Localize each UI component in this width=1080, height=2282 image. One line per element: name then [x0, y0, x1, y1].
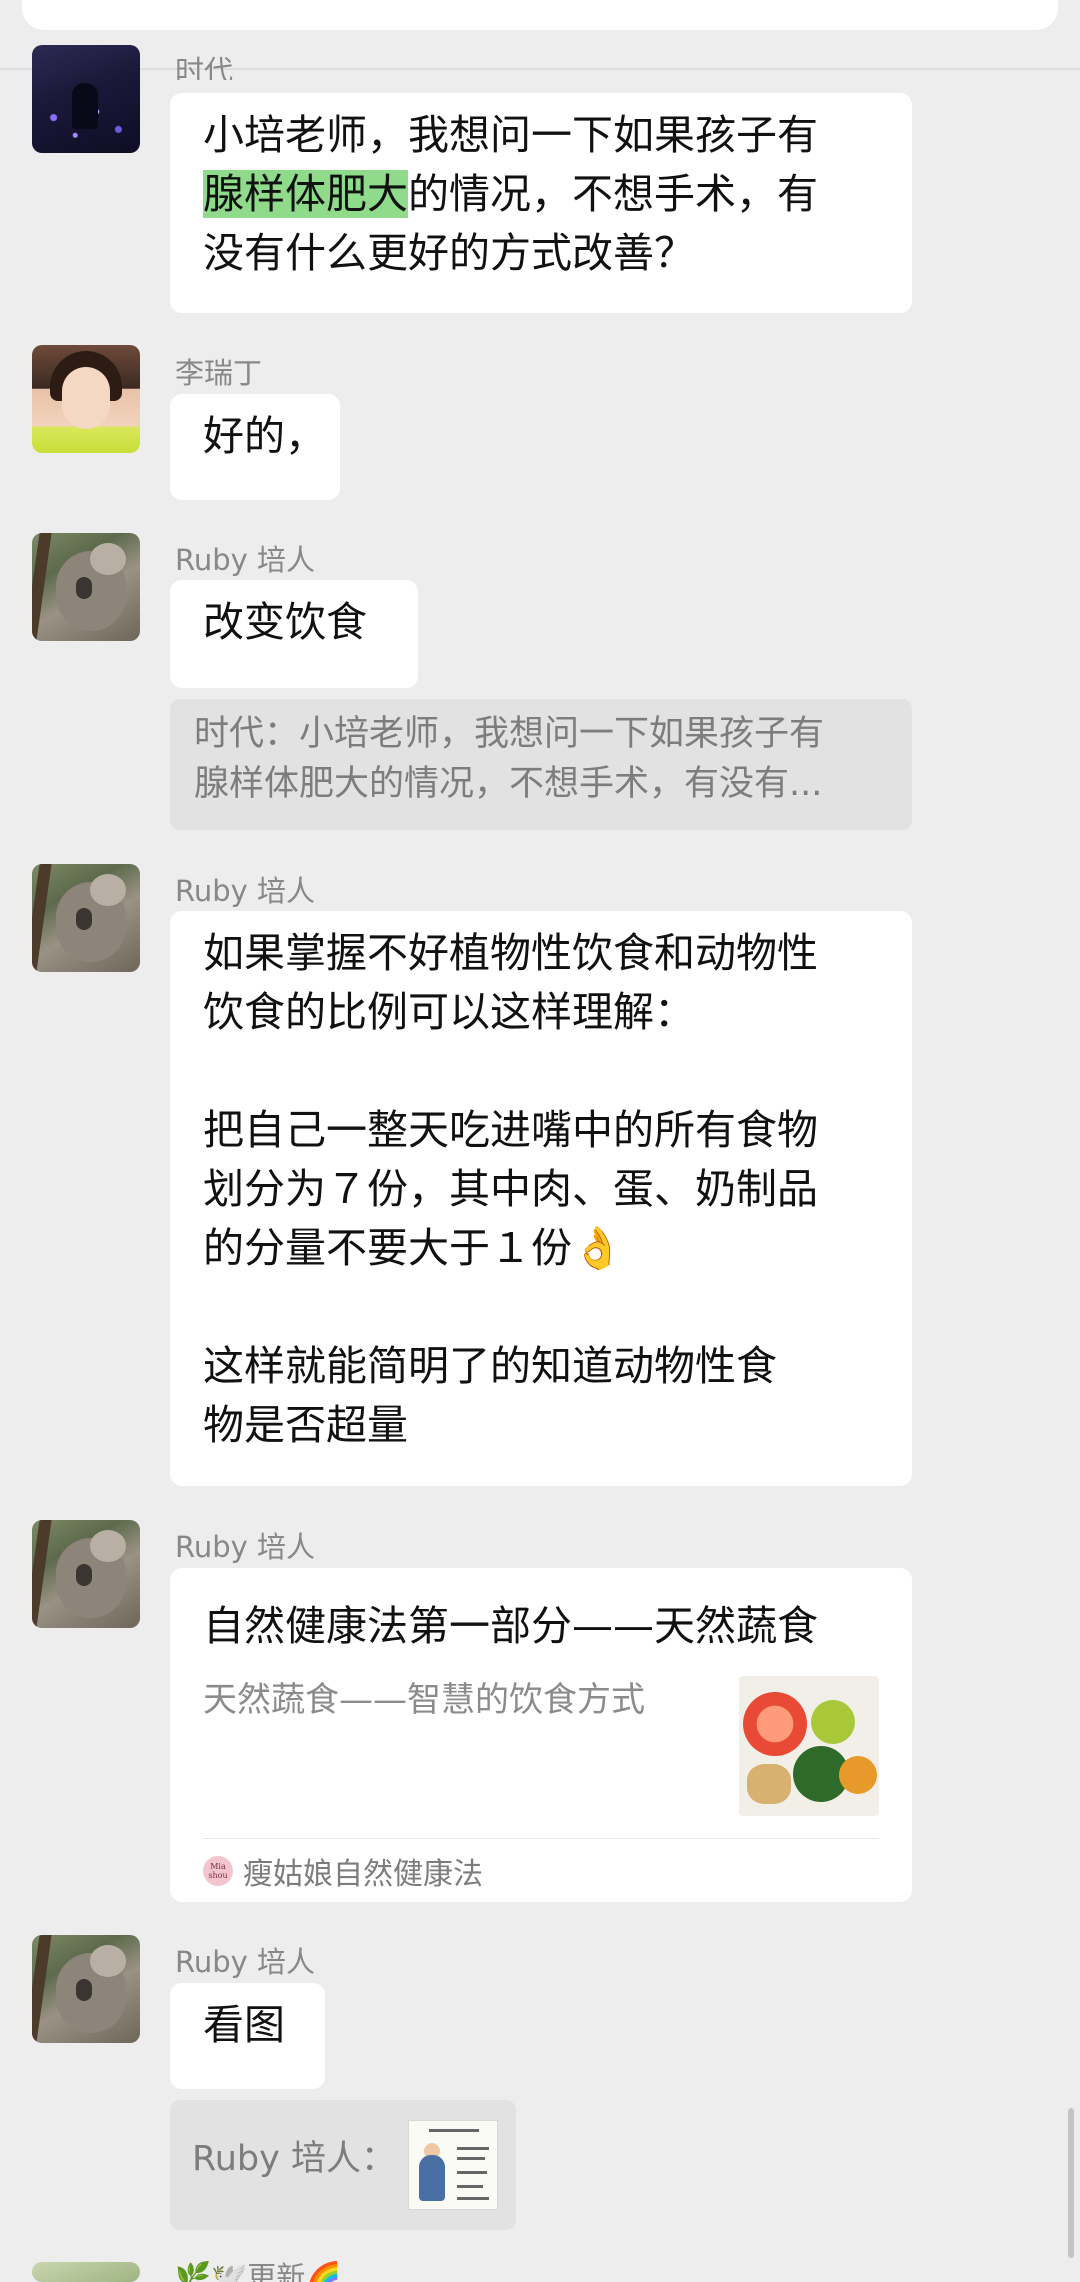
previous-message-card [22, 0, 1058, 30]
avatar-ruby[interactable] [32, 1935, 140, 2043]
sender-name: 李瑞丁 [175, 356, 263, 390]
sender-name: Ruby 培人 [175, 874, 316, 908]
link-title: 自然健康法第一部分——天然蔬食 [203, 1602, 818, 1650]
message-line: 把自己一整天吃进嘴中的所有食物 [203, 1106, 818, 1154]
message-line: 改变饮食 [203, 598, 367, 646]
message-line: 如果掌握不好植物性饮食和动物性 [203, 929, 818, 977]
message-bubble[interactable]: 好的， [170, 394, 340, 500]
divider [203, 1838, 879, 1839]
message-line: 划分为７份，其中肉、蛋、奶制品 [203, 1165, 818, 1213]
sender-name: Ruby 培人 [175, 1530, 316, 1564]
quoted-message[interactable]: 时代：小培老师，我想问一下如果孩子有 腺样体肥大的情况，不想手术，有没有... [170, 699, 912, 830]
avatar-ruby[interactable] [32, 533, 140, 641]
message-line: 的分量不要大于１份👌 [203, 1224, 624, 1272]
scrollbar[interactable] [1068, 2108, 1074, 2258]
sender-name: Ruby 培人 [175, 1945, 316, 1979]
source-logo-icon: Mia shou [203, 1856, 233, 1886]
quoted-image-thumbnail[interactable] [408, 2120, 498, 2210]
sender-name: 时代 [175, 54, 234, 80]
divider [0, 68, 1080, 70]
message-text: 的情况，不想手术，有 [408, 170, 818, 218]
avatar-update[interactable] [32, 2262, 140, 2282]
avatar-lirui[interactable] [32, 345, 140, 453]
message-line: 饮食的比例可以这样理解： [203, 988, 695, 1036]
sender-name: Ruby 培人 [175, 543, 316, 577]
quote-line: 时代：小培老师，我想问一下如果孩子有 [194, 714, 825, 754]
message-bubble[interactable]: 如果掌握不好植物性饮食和动物性 饮食的比例可以这样理解： 把自己一整天吃进嘴中的… [170, 911, 912, 1486]
quoted-image[interactable]: Ruby 培人： [170, 2100, 516, 2230]
avatar-ruby[interactable] [32, 1520, 140, 1628]
source-name: 瘦姑娘自然健康法 [243, 1857, 483, 1892]
message-bubble[interactable]: 小培老师，我想问一下如果孩子有 腺样体肥大的情况，不想手术，有 没有什么更好的方… [170, 93, 912, 313]
link-card[interactable]: 自然健康法第一部分——天然蔬食 天然蔬食——智慧的饮食方式 Mia shou 瘦… [170, 1568, 912, 1902]
message-line [203, 1042, 879, 1101]
link-description: 天然蔬食——智慧的饮食方式 [203, 1680, 645, 1720]
message-bubble[interactable]: 改变饮食 [170, 580, 418, 688]
sender-name: 🌿🕊️更新🌈 [175, 2260, 342, 2282]
message-bubble[interactable]: 看图 [170, 1983, 325, 2089]
message-line: 看图 [203, 2001, 285, 2049]
message-line: 小培老师，我想问一下如果孩子有 [203, 111, 818, 159]
message-line [203, 1278, 879, 1337]
message-line: 没有什么更好的方式改善？ [203, 229, 695, 277]
message-line: 好的， [203, 412, 326, 460]
link-source: Mia shou 瘦姑娘自然健康法 [203, 1848, 483, 1894]
link-thumbnail [739, 1676, 879, 1816]
quote-sender: Ruby 培人： [192, 2139, 396, 2179]
message-line: 这样就能简明了的知道动物性食 [203, 1342, 777, 1390]
highlighted-term[interactable]: 腺样体肥大 [203, 170, 408, 218]
message-line: 腺样体肥大的情况，不想手术，有 [203, 165, 879, 224]
message-line: 物是否超量 [203, 1401, 408, 1449]
quote-line: 腺样体肥大的情况，不想手术，有没有... [194, 764, 823, 804]
avatar-ruby[interactable] [32, 864, 140, 972]
avatar-shidai[interactable] [32, 45, 140, 153]
